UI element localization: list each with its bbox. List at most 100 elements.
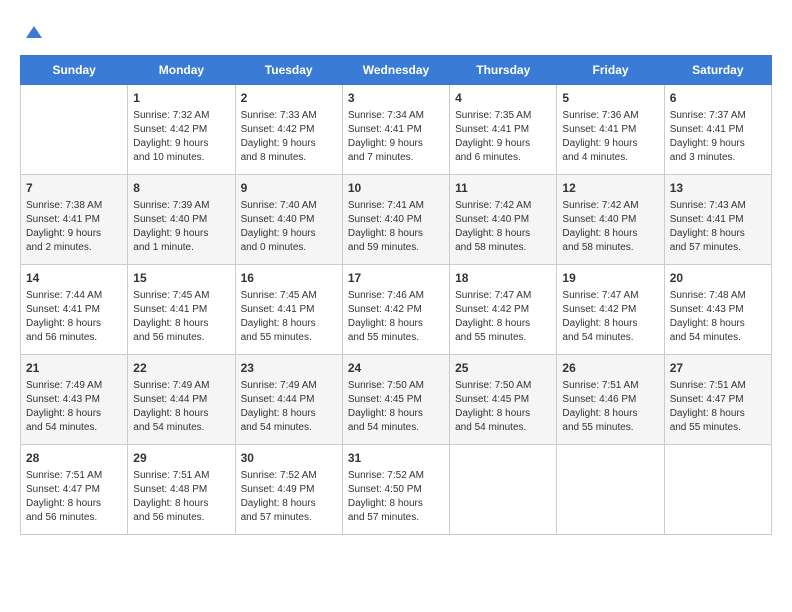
day-number: 13 [670,180,766,197]
cell-info: Sunset: 4:41 PM [562,123,658,137]
cell-info: and 3 minutes. [670,151,766,165]
calendar-cell: 6Sunrise: 7:37 AMSunset: 4:41 PMDaylight… [664,84,771,174]
day-of-week-header: Saturday [664,55,771,84]
cell-info: Sunrise: 7:49 AM [133,379,229,393]
calendar-week-row: 7Sunrise: 7:38 AMSunset: 4:41 PMDaylight… [21,174,772,264]
day-number: 11 [455,180,551,197]
cell-info: Daylight: 8 hours [455,317,551,331]
calendar-cell: 19Sunrise: 7:47 AMSunset: 4:42 PMDayligh… [557,264,664,354]
cell-info: Daylight: 8 hours [348,407,444,421]
cell-info: Sunset: 4:41 PM [348,123,444,137]
cell-info: Sunset: 4:43 PM [670,303,766,317]
cell-info: and 8 minutes. [241,151,337,165]
calendar-cell: 26Sunrise: 7:51 AMSunset: 4:46 PMDayligh… [557,354,664,444]
calendar-week-row: 1Sunrise: 7:32 AMSunset: 4:42 PMDaylight… [21,84,772,174]
cell-info: and 1 minute. [133,241,229,255]
cell-info: Daylight: 9 hours [26,227,122,241]
cell-info: Sunrise: 7:38 AM [26,199,122,213]
cell-info: Sunrise: 7:39 AM [133,199,229,213]
cell-info: Sunrise: 7:46 AM [348,289,444,303]
calendar-cell: 2Sunrise: 7:33 AMSunset: 4:42 PMDaylight… [235,84,342,174]
cell-info: Sunset: 4:41 PM [670,123,766,137]
cell-info: Sunset: 4:48 PM [133,483,229,497]
calendar-cell: 27Sunrise: 7:51 AMSunset: 4:47 PMDayligh… [664,354,771,444]
cell-info: Sunset: 4:43 PM [26,393,122,407]
day-number: 8 [133,180,229,197]
cell-info: Sunset: 4:42 PM [562,303,658,317]
day-number: 1 [133,90,229,107]
calendar-cell: 17Sunrise: 7:46 AMSunset: 4:42 PMDayligh… [342,264,449,354]
cell-info: and 58 minutes. [562,241,658,255]
calendar-cell [21,84,128,174]
calendar-week-row: 21Sunrise: 7:49 AMSunset: 4:43 PMDayligh… [21,354,772,444]
calendar-cell: 10Sunrise: 7:41 AMSunset: 4:40 PMDayligh… [342,174,449,264]
cell-info: and 54 minutes. [348,421,444,435]
day-number: 30 [241,450,337,467]
cell-info: Daylight: 9 hours [133,227,229,241]
cell-info: Sunrise: 7:37 AM [670,109,766,123]
cell-info: and 55 minutes. [455,331,551,345]
day-number: 18 [455,270,551,287]
cell-info: Daylight: 8 hours [26,317,122,331]
cell-info: Sunset: 4:45 PM [348,393,444,407]
cell-info: and 55 minutes. [348,331,444,345]
cell-info: Sunrise: 7:41 AM [348,199,444,213]
calendar-cell: 12Sunrise: 7:42 AMSunset: 4:40 PMDayligh… [557,174,664,264]
cell-info: Daylight: 8 hours [241,317,337,331]
cell-info: Sunrise: 7:36 AM [562,109,658,123]
header-row: SundayMondayTuesdayWednesdayThursdayFrid… [21,55,772,84]
day-number: 26 [562,360,658,377]
calendar-cell [450,444,557,534]
cell-info: and 55 minutes. [670,421,766,435]
calendar-cell: 21Sunrise: 7:49 AMSunset: 4:43 PMDayligh… [21,354,128,444]
day-number: 9 [241,180,337,197]
calendar-cell: 7Sunrise: 7:38 AMSunset: 4:41 PMDaylight… [21,174,128,264]
cell-info: Sunset: 4:40 PM [348,213,444,227]
cell-info: and 59 minutes. [348,241,444,255]
cell-info: Sunrise: 7:32 AM [133,109,229,123]
cell-info: Daylight: 8 hours [348,317,444,331]
cell-info: Daylight: 8 hours [455,227,551,241]
cell-info: Sunrise: 7:42 AM [455,199,551,213]
cell-info: Daylight: 9 hours [241,137,337,151]
cell-info: Sunrise: 7:51 AM [670,379,766,393]
cell-info: Daylight: 8 hours [670,227,766,241]
day-number: 19 [562,270,658,287]
day-number: 22 [133,360,229,377]
day-number: 20 [670,270,766,287]
calendar-cell: 11Sunrise: 7:42 AMSunset: 4:40 PMDayligh… [450,174,557,264]
cell-info: Daylight: 9 hours [348,137,444,151]
cell-info: and 55 minutes. [562,421,658,435]
cell-info: Sunrise: 7:42 AM [562,199,658,213]
cell-info: Daylight: 8 hours [670,407,766,421]
calendar-week-row: 14Sunrise: 7:44 AMSunset: 4:41 PMDayligh… [21,264,772,354]
day-number: 16 [241,270,337,287]
cell-info: Sunrise: 7:52 AM [348,469,444,483]
calendar-cell: 16 Sunrise: 7:45 AMSunset: 4:41 PMDayligh… [235,264,342,354]
cell-info: Sunrise: 7:45 AM [241,289,337,303]
cell-info: Sunset: 4:41 PM [133,303,229,317]
cell-info: Sunrise: 7:50 AM [455,379,551,393]
cell-info: Sunrise: 7:33 AM [241,109,337,123]
cell-info: and 56 minutes. [26,331,122,345]
cell-info: Daylight: 8 hours [241,407,337,421]
calendar-cell [557,444,664,534]
day-number: 27 [670,360,766,377]
cell-info: Sunset: 4:41 PM [241,303,337,317]
cell-info: Sunset: 4:40 PM [241,213,337,227]
cell-info: Daylight: 9 hours [133,137,229,151]
cell-info: Daylight: 8 hours [670,317,766,331]
cell-info: Sunrise: 7:52 AM [241,469,337,483]
day-of-week-header: Wednesday [342,55,449,84]
cell-info: Sunrise: 7:47 AM [455,289,551,303]
calendar-cell: 30Sunrise: 7:52 AMSunset: 4:49 PMDayligh… [235,444,342,534]
day-number: 17 [348,270,444,287]
cell-info: Sunset: 4:41 PM [26,213,122,227]
cell-info: and 56 minutes. [133,511,229,525]
cell-info: Sunset: 4:42 PM [455,303,551,317]
cell-info: Sunrise: 7:51 AM [133,469,229,483]
day-of-week-header: Friday [557,55,664,84]
calendar-body: 1Sunrise: 7:32 AMSunset: 4:42 PMDaylight… [21,84,772,534]
cell-info: Sunrise: 7:49 AM [241,379,337,393]
day-of-week-header: Monday [128,55,235,84]
